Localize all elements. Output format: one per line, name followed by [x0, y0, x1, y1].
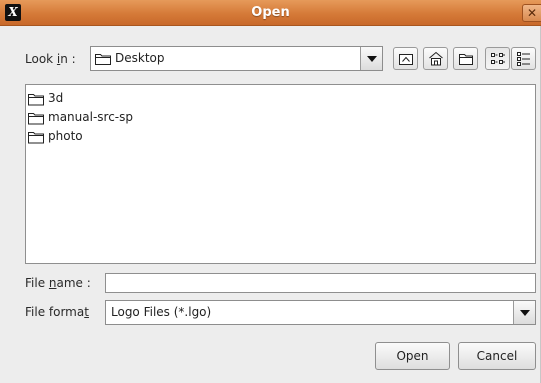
cancel-button[interactable]: Cancel: [458, 342, 536, 370]
list-view-button[interactable]: [485, 47, 510, 70]
open-button[interactable]: Open: [375, 342, 450, 370]
file-name: manual-src-sp: [48, 110, 133, 124]
up-one-level-icon: [399, 54, 413, 65]
file-format-label: File format: [25, 305, 89, 319]
home-button[interactable]: [423, 47, 448, 70]
file-name-input[interactable]: [105, 273, 536, 293]
chevron-down-icon: [367, 56, 377, 62]
details-view-button[interactable]: [511, 47, 536, 70]
chevron-down-icon: [520, 310, 530, 316]
list-item[interactable]: 3d: [28, 90, 188, 108]
new-folder-button[interactable]: [453, 47, 478, 70]
file-name-label: File name :: [25, 276, 91, 290]
open-dialog: X Open ✕ Look in : Desktop 3d manual-src…: [0, 0, 541, 383]
file-name: photo: [48, 129, 83, 143]
title-bar[interactable]: X Open ✕: [0, 0, 541, 26]
details-view-icon: [517, 52, 530, 66]
file-name: 3d: [48, 91, 64, 105]
home-icon: [429, 51, 443, 66]
file-list[interactable]: 3d manual-src-sp photo: [25, 84, 536, 264]
file-format-combo[interactable]: Logo Files (*.lgo): [105, 300, 536, 325]
dialog-title: Open: [251, 5, 290, 20]
list-item[interactable]: manual-src-sp: [28, 109, 188, 127]
look-in-combo[interactable]: Desktop: [90, 46, 383, 71]
folder-icon: [28, 113, 44, 125]
file-format-dropdown-button[interactable]: [513, 301, 535, 324]
look-in-value: Desktop: [115, 51, 165, 65]
file-format-value: Logo Files (*.lgo): [111, 305, 212, 319]
folder-icon: [95, 54, 111, 65]
list-view-icon: [491, 53, 505, 64]
folder-icon: [28, 94, 44, 106]
close-icon: ✕: [526, 6, 538, 20]
new-folder-icon: [459, 54, 473, 65]
look-in-dropdown-button[interactable]: [360, 47, 382, 70]
look-in-label: Look in :: [25, 52, 76, 66]
list-item[interactable]: photo: [28, 128, 188, 146]
close-button[interactable]: ✕: [522, 4, 541, 22]
folder-icon: [28, 132, 44, 144]
up-one-level-button[interactable]: [393, 47, 418, 70]
